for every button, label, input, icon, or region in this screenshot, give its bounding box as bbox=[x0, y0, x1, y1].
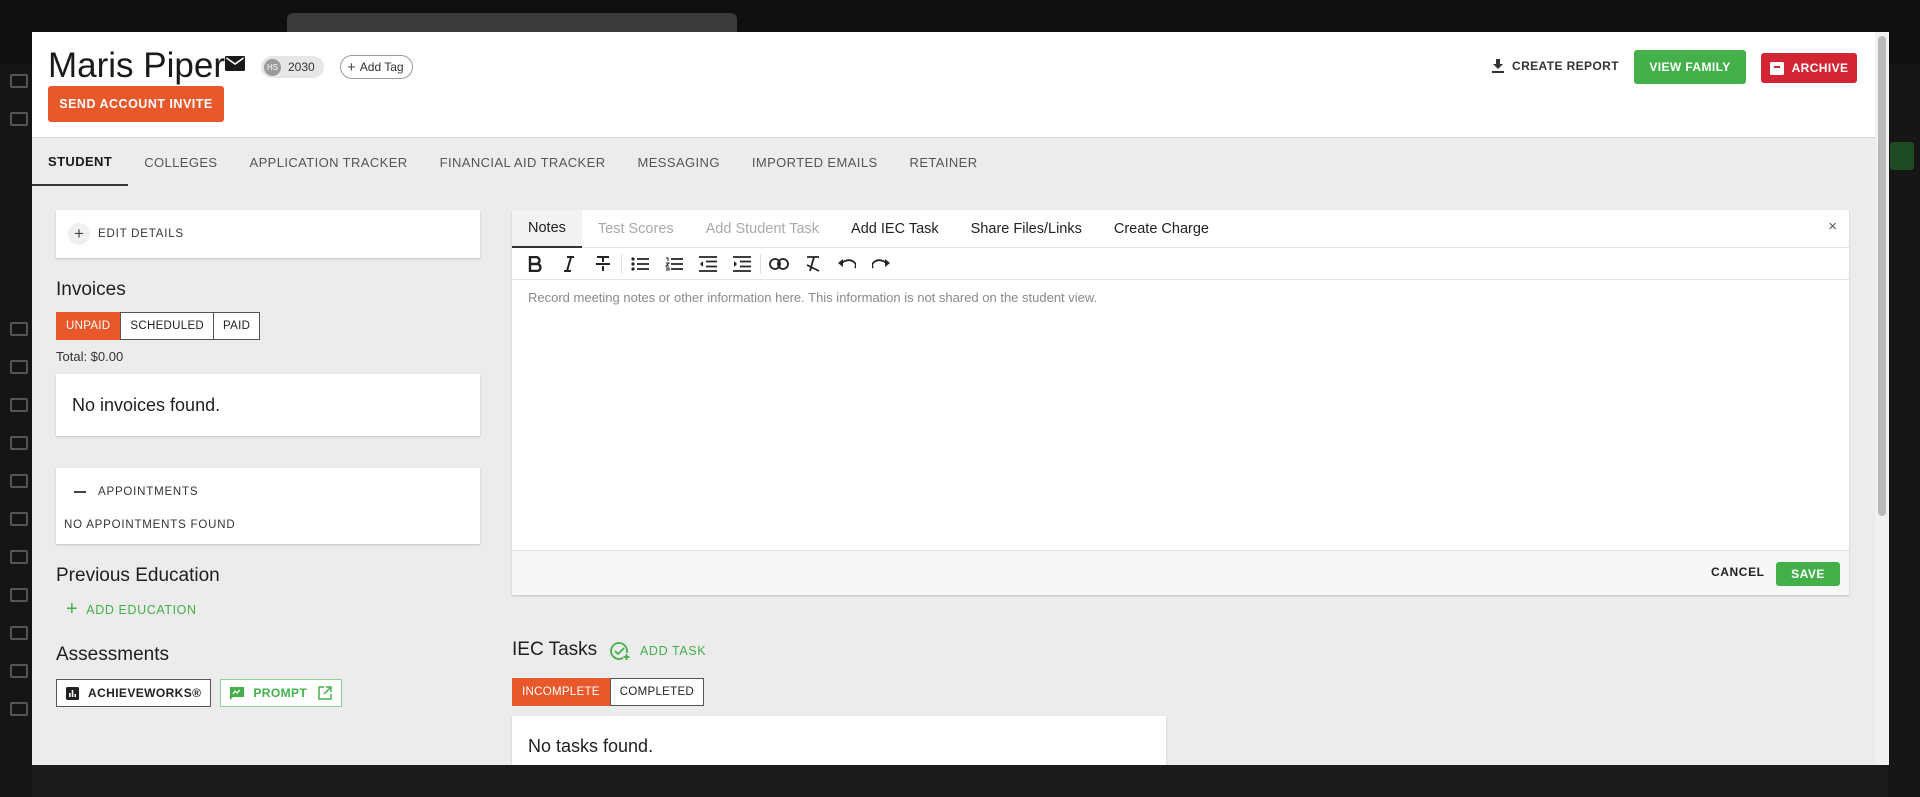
numbered-list-icon[interactable] bbox=[657, 250, 691, 278]
redo-icon[interactable] bbox=[864, 250, 898, 278]
tab-financial-aid-tracker[interactable]: FINANCIAL AID TRACKER bbox=[424, 138, 622, 186]
invoices-empty-text: No invoices found. bbox=[72, 394, 221, 415]
tab-share-files-links[interactable]: Share Files/Links bbox=[955, 210, 1098, 248]
modal-header: Maris Piper HS 2030 + Add Tag SEND ACCOU… bbox=[32, 32, 1875, 138]
tasks-empty-card: No tasks found. bbox=[512, 716, 1166, 765]
tab-create-charge[interactable]: Create Charge bbox=[1098, 210, 1225, 248]
create-report-button[interactable]: CREATE REPORT bbox=[1492, 54, 1619, 78]
plus-icon: + bbox=[347, 58, 356, 76]
save-button[interactable]: SAVE bbox=[1776, 562, 1840, 586]
hs-avatar: HS bbox=[264, 58, 281, 76]
filter-incomplete[interactable]: INCOMPLETE bbox=[512, 678, 610, 706]
assessments-heading: Assessments bbox=[56, 644, 169, 665]
external-link-icon bbox=[318, 686, 332, 700]
previous-education-heading: Previous Education bbox=[56, 565, 220, 586]
bullet-list-icon[interactable] bbox=[623, 250, 657, 278]
view-family-button[interactable]: VIEW FAMILY bbox=[1634, 50, 1746, 84]
plus-icon: + bbox=[66, 598, 79, 620]
indent-icon[interactable] bbox=[725, 250, 759, 278]
tab-student[interactable]: STUDENT bbox=[32, 138, 129, 186]
tab-test-scores[interactable]: Test Scores bbox=[582, 210, 690, 248]
add-education-label: ADD EDUCATION bbox=[86, 602, 197, 617]
student-tabs: STUDENT COLLEGES APPLICATION TRACKER FIN… bbox=[32, 138, 994, 186]
student-name: Maris Piper bbox=[48, 46, 225, 85]
tab-imported-emails[interactable]: IMPORTED EMAILS bbox=[736, 138, 894, 186]
archive-button[interactable]: ARCHIVE bbox=[1761, 53, 1857, 83]
add-tag-button[interactable]: + Add Tag bbox=[340, 55, 413, 79]
send-account-invite-button[interactable]: SEND ACCOUNT INVITE bbox=[48, 86, 224, 122]
notes-editor[interactable]: Record meeting notes or other informatio… bbox=[512, 280, 1849, 550]
undo-icon[interactable] bbox=[830, 250, 864, 278]
notes-panel: Notes Test Scores Add Student Task Add I… bbox=[512, 210, 1849, 595]
add-task-label: ADD TASK bbox=[640, 644, 707, 658]
tasks-empty-text: No tasks found. bbox=[528, 735, 654, 756]
edit-details-card[interactable]: + EDIT DETAILS bbox=[56, 210, 480, 258]
appointments-card: APPOINTMENTS NO APPOINTMENTS FOUND bbox=[56, 468, 480, 544]
add-education-button[interactable]: + ADD EDUCATION bbox=[66, 598, 197, 621]
editor-toolbar bbox=[512, 249, 1849, 280]
achieveworks-button[interactable]: ACHIEVEWORKS® bbox=[56, 679, 212, 707]
task-filter: INCOMPLETE COMPLETED bbox=[512, 678, 705, 706]
prompt-button[interactable]: PROMPT bbox=[220, 679, 343, 707]
tab-colleges[interactable]: COLLEGES bbox=[128, 138, 233, 186]
background-green-button bbox=[1890, 142, 1914, 170]
tab-notes[interactable]: Notes bbox=[512, 210, 582, 248]
clear-format-icon[interactable] bbox=[796, 250, 830, 278]
appointments-title: APPOINTMENTS bbox=[98, 486, 199, 498]
italic-icon[interactable] bbox=[552, 250, 586, 278]
background-sidebar bbox=[0, 64, 32, 797]
invoices-heading: Invoices bbox=[56, 279, 126, 300]
add-task-button[interactable]: ADD TASK bbox=[610, 641, 706, 661]
modal-scrollbar[interactable] bbox=[1875, 32, 1889, 765]
mail-icon[interactable] bbox=[225, 56, 245, 71]
background-right-edge bbox=[1888, 64, 1920, 797]
tab-add-student-task[interactable]: Add Student Task bbox=[690, 210, 835, 248]
filter-paid[interactable]: PAID bbox=[214, 312, 261, 340]
strikethrough-icon[interactable] bbox=[586, 250, 620, 278]
feedback-icon bbox=[230, 686, 245, 700]
grad-year-badge: HS 2030 bbox=[261, 56, 324, 78]
appointments-toggle[interactable]: APPOINTMENTS bbox=[74, 486, 198, 498]
invoices-empty-card: No invoices found. bbox=[56, 374, 480, 436]
bar-chart-icon bbox=[66, 686, 79, 700]
assessment-buttons: ACHIEVEWORKS® PROMPT bbox=[56, 679, 343, 707]
filter-unpaid[interactable]: UNPAID bbox=[56, 312, 121, 340]
editor-footer: CANCEL SAVE bbox=[512, 550, 1849, 595]
prompt-label: PROMPT bbox=[253, 686, 308, 700]
notes-panel-tabs: Notes Test Scores Add Student Task Add I… bbox=[512, 210, 1849, 248]
plus-icon: + bbox=[68, 223, 90, 245]
link-icon[interactable] bbox=[762, 250, 796, 278]
tab-retainer[interactable]: RETAINER bbox=[894, 138, 994, 186]
appointments-empty-text: NO APPOINTMENTS FOUND bbox=[64, 519, 236, 531]
edit-details-label: EDIT DETAILS bbox=[98, 228, 184, 240]
add-task-icon bbox=[610, 642, 630, 661]
filter-completed[interactable]: COMPLETED bbox=[609, 678, 705, 706]
invoice-total: Total: $0.00 bbox=[56, 349, 124, 364]
filter-scheduled[interactable]: SCHEDULED bbox=[120, 312, 215, 340]
tab-application-tracker[interactable]: APPLICATION TRACKER bbox=[234, 138, 424, 186]
tab-add-iec-task[interactable]: Add IEC Task bbox=[835, 210, 955, 248]
student-modal: Maris Piper HS 2030 + Add Tag SEND ACCOU… bbox=[32, 32, 1889, 765]
invoice-filter: UNPAID SCHEDULED PAID bbox=[56, 312, 261, 340]
close-icon[interactable]: × bbox=[1828, 218, 1837, 235]
iec-tasks-heading: IEC Tasks bbox=[512, 639, 598, 660]
grad-year: 2030 bbox=[288, 60, 315, 74]
achieveworks-label: ACHIEVEWORKS® bbox=[88, 686, 202, 700]
bold-icon[interactable] bbox=[518, 250, 552, 278]
create-report-label: CREATE REPORT bbox=[1512, 59, 1619, 73]
collapse-icon bbox=[74, 491, 86, 493]
scrollbar-thumb[interactable] bbox=[1878, 36, 1886, 516]
archive-icon bbox=[1769, 61, 1784, 75]
tab-messaging[interactable]: MESSAGING bbox=[622, 138, 736, 186]
outdent-icon[interactable] bbox=[691, 250, 725, 278]
download-icon bbox=[1492, 59, 1504, 73]
add-tag-label: Add Tag bbox=[359, 60, 404, 74]
cancel-button[interactable]: CANCEL bbox=[1711, 565, 1765, 579]
archive-label: ARCHIVE bbox=[1791, 61, 1849, 75]
